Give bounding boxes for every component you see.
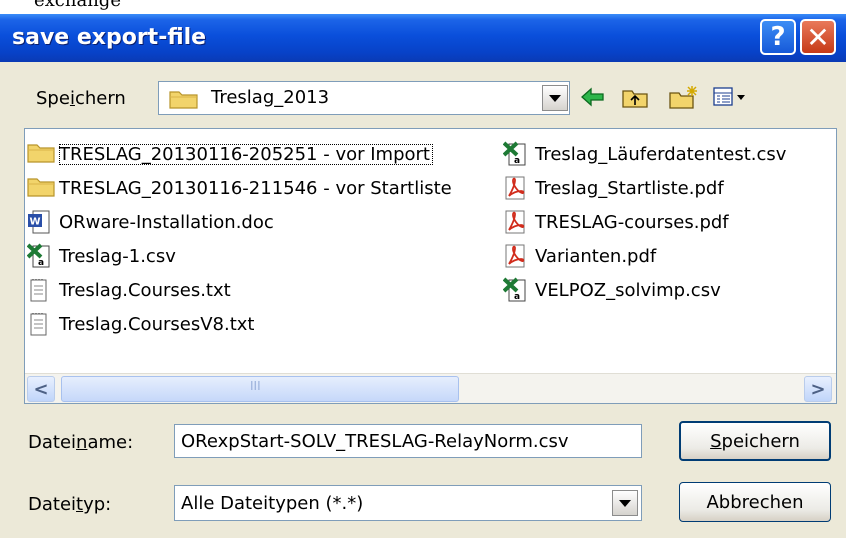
- file-list-item[interactable]: Treslag.CoursesV8.txt: [27, 309, 254, 339]
- file-list-item[interactable]: a Treslag_Läuferdatentest.csv: [502, 139, 787, 169]
- chevron-down-icon: [549, 94, 561, 102]
- save-button[interactable]: Speichern: [679, 421, 831, 461]
- file-name: ORware-Installation.doc: [59, 211, 274, 233]
- filetype-value: Alle Dateitypen (*.*): [181, 493, 364, 514]
- close-icon: ✕: [806, 20, 830, 54]
- file-name: Treslag.CoursesV8.txt: [59, 313, 255, 335]
- file-name: Treslag.Courses.txt: [59, 279, 231, 301]
- text-file-icon: [27, 277, 55, 303]
- save-in-label: Speichern: [36, 88, 126, 109]
- view-menu-icon[interactable]: [712, 86, 748, 108]
- folder-icon: [27, 175, 55, 201]
- help-button[interactable]: ?: [760, 19, 796, 55]
- file-name: Varianten.pdf: [535, 245, 657, 267]
- file-list-item[interactable]: TRESLAG_20130116-211546 - vor Startliste: [27, 173, 452, 203]
- pdf-file-icon: [503, 243, 531, 269]
- file-name: TRESLAG_20130116-205251 - vor Import: [59, 143, 433, 165]
- file-list-item[interactable]: a Treslag-1.csv: [26, 241, 176, 271]
- svg-text:W: W: [30, 217, 41, 228]
- chevron-left-icon: <: [33, 378, 49, 400]
- save-in-dropdown[interactable]: Treslag_2013: [158, 81, 570, 115]
- filetype-dropdown[interactable]: Alle Dateitypen (*.*): [174, 485, 642, 521]
- help-icon: ?: [770, 22, 786, 52]
- excel-file-icon: a: [502, 141, 531, 167]
- svg-text:a: a: [38, 258, 44, 268]
- svg-text:a: a: [514, 156, 520, 166]
- file-list-item[interactable]: Treslag.Courses.txt: [27, 275, 231, 305]
- thumb-grip: III: [250, 379, 261, 393]
- folder-icon: [27, 141, 55, 167]
- text-file-icon: [27, 311, 55, 337]
- close-button[interactable]: ✕: [800, 19, 836, 55]
- cancel-button[interactable]: Abbrechen: [679, 482, 831, 522]
- chevron-right-icon: >: [810, 378, 826, 400]
- new-folder-icon[interactable]: [668, 84, 700, 110]
- horizontal-scrollbar[interactable]: < III >: [25, 373, 836, 403]
- file-list-item[interactable]: Varianten.pdf: [503, 241, 656, 271]
- svg-text:a: a: [514, 292, 520, 302]
- scroll-right-button[interactable]: >: [804, 376, 832, 402]
- save-in-dropdown-arrow[interactable]: [542, 85, 568, 111]
- save-in-folder-name: Treslag_2013: [211, 87, 330, 108]
- file-name: TRESLAG-courses.pdf: [535, 211, 729, 233]
- scroll-left-button[interactable]: <: [27, 376, 55, 402]
- pdf-file-icon: [503, 175, 531, 201]
- file-list-item[interactable]: TRESLAG_20130116-205251 - vor Import: [27, 139, 433, 169]
- file-name: Treslag_Läuferdatentest.csv: [535, 143, 787, 165]
- folder-icon: [169, 91, 198, 109]
- filetype-label: Dateityp:: [28, 494, 112, 515]
- chevron-down-icon: [619, 499, 631, 507]
- background-text-fragment: exchange: [34, 0, 121, 11]
- file-name: Treslag-1.csv: [59, 245, 176, 267]
- up-folder-icon[interactable]: [621, 85, 649, 109]
- background-strip: [0, 0, 846, 14]
- filename-label: Dateiname:: [28, 432, 134, 453]
- file-list-item[interactable]: TRESLAG-courses.pdf: [503, 207, 729, 237]
- pdf-file-icon: [503, 209, 531, 235]
- scrollbar-thumb[interactable]: III: [61, 376, 459, 402]
- file-list-item[interactable]: a VELPOZ_solvimp.csv: [502, 275, 721, 305]
- window-title: save export-file: [12, 25, 207, 50]
- file-name: Treslag_Startliste.pdf: [535, 177, 724, 199]
- file-list[interactable]: TRESLAG_20130116-205251 - vor Import TRES…: [24, 128, 837, 404]
- excel-file-icon: a: [26, 243, 55, 269]
- file-list-item[interactable]: Treslag_Startliste.pdf: [503, 173, 724, 203]
- file-list-item[interactable]: W ORware-Installation.doc: [27, 207, 274, 237]
- excel-file-icon: a: [502, 277, 531, 303]
- filename-input[interactable]: ORexpStart-SOLV_TRESLAG-RelayNorm.csv: [174, 424, 642, 458]
- word-document-icon: W: [27, 209, 55, 235]
- file-name: TRESLAG_20130116-211546 - vor Startliste: [59, 177, 452, 199]
- file-name: VELPOZ_solvimp.csv: [535, 279, 721, 301]
- back-arrow-icon[interactable]: [580, 86, 606, 108]
- filetype-dropdown-arrow[interactable]: [612, 490, 638, 516]
